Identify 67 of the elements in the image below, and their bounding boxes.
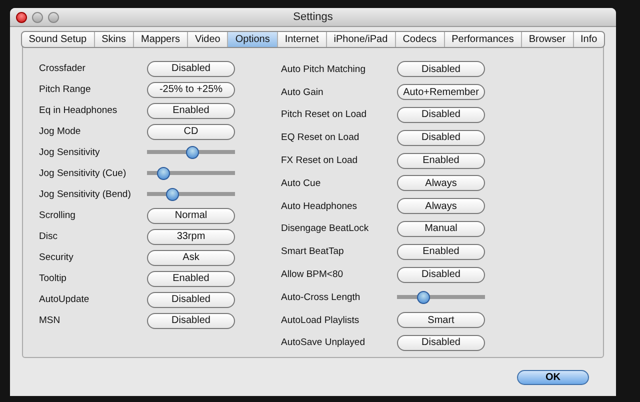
option-label: MSN xyxy=(39,315,62,326)
option-popup-button[interactable]: 33rpm xyxy=(147,228,235,244)
slider-thumb[interactable] xyxy=(156,167,170,180)
option-popup-button[interactable]: CD xyxy=(147,124,235,140)
option-label: Auto-Cross Length xyxy=(281,292,362,303)
option-popup-button[interactable]: Enabled xyxy=(147,270,235,286)
option-label: Crossfader xyxy=(39,63,86,74)
option-popup-button[interactable]: Disabled xyxy=(397,61,485,78)
tab[interactable]: Info xyxy=(574,32,604,47)
tab[interactable]: Sound Setup xyxy=(22,32,95,47)
minimize-icon[interactable] xyxy=(32,12,43,22)
option-label: Auto Cue xyxy=(281,178,322,189)
option-label: Auto Headphones xyxy=(281,200,358,212)
option-popup-button[interactable]: Disabled xyxy=(147,60,235,76)
tab[interactable]: Options xyxy=(228,32,278,47)
option-popup-button[interactable]: -25% to +25% xyxy=(147,82,235,98)
option-popup-button[interactable]: Disabled xyxy=(397,106,485,123)
option-popup-button[interactable]: Disabled xyxy=(147,292,235,308)
close-icon[interactable] xyxy=(16,12,27,22)
option-label: Scrolling xyxy=(39,210,76,221)
option-popup-button[interactable]: Always xyxy=(397,175,485,192)
option-popup-button[interactable]: Enabled xyxy=(397,152,485,169)
option-label: Jog Sensitivity xyxy=(39,147,101,158)
option-label: Jog Sensitivity (Cue) xyxy=(39,168,128,179)
tab[interactable]: Mappers xyxy=(134,32,188,47)
option-label: AutoSave Unplayed xyxy=(281,337,366,348)
window-title: Settings xyxy=(293,11,333,23)
option-label: EQ Reset on Load xyxy=(281,132,360,144)
slider-thumb[interactable] xyxy=(186,146,199,159)
option-popup-button[interactable]: Enabled xyxy=(397,244,485,260)
tab[interactable]: Codecs xyxy=(396,32,445,47)
option-label: Smart BeatTap xyxy=(281,246,345,258)
option-label: Tooltip xyxy=(39,273,68,284)
option-label: Jog Mode xyxy=(39,126,82,137)
option-label: Auto Gain xyxy=(281,86,324,98)
option-label: AutoLoad Playlists xyxy=(281,314,360,326)
option-label: AutoUpdate xyxy=(39,294,90,305)
tab[interactable]: Skins xyxy=(94,32,134,47)
slider-thumb[interactable] xyxy=(416,290,430,304)
option-popup-button[interactable]: Smart xyxy=(397,312,485,328)
option-popup-button[interactable]: Ask xyxy=(147,250,235,266)
option-label: Eq in Headphones xyxy=(39,105,118,116)
option-popup-button[interactable]: Disabled xyxy=(397,334,485,351)
option-label: Security xyxy=(39,252,74,263)
zoom-icon[interactable] xyxy=(48,12,59,22)
slider-thumb[interactable] xyxy=(166,188,179,201)
option-popup-button[interactable]: Disabled xyxy=(397,130,485,146)
option-popup-button[interactable]: Disabled xyxy=(147,312,235,328)
option-popup-button[interactable]: Enabled xyxy=(147,102,235,118)
option-popup-button[interactable]: Normal xyxy=(147,208,235,224)
tab[interactable]: Browser xyxy=(522,32,574,47)
option-label: Pitch Reset on Load xyxy=(281,109,368,120)
tab[interactable]: Performances xyxy=(444,32,522,47)
ok-button[interactable]: OK xyxy=(517,370,589,384)
option-label: FX Reset on Load xyxy=(281,155,359,166)
option-label: Auto Pitch Matching xyxy=(281,64,366,75)
option-label: Allow BPM<80 xyxy=(281,269,344,280)
option-popup-button[interactable]: Always xyxy=(397,198,485,214)
option-label: Disc xyxy=(39,231,58,242)
option-label: Pitch Range xyxy=(39,84,92,95)
tab[interactable]: iPhone/iPad xyxy=(326,32,396,47)
option-popup-button[interactable]: Auto+Remember xyxy=(397,84,485,100)
option-popup-button[interactable]: Disabled xyxy=(397,266,485,283)
tab[interactable]: Internet xyxy=(278,32,327,47)
option-label: Disengage BeatLock xyxy=(281,223,370,234)
option-popup-button[interactable]: Manual xyxy=(397,220,485,237)
option-label: Jog Sensitivity (Bend) xyxy=(39,189,132,200)
